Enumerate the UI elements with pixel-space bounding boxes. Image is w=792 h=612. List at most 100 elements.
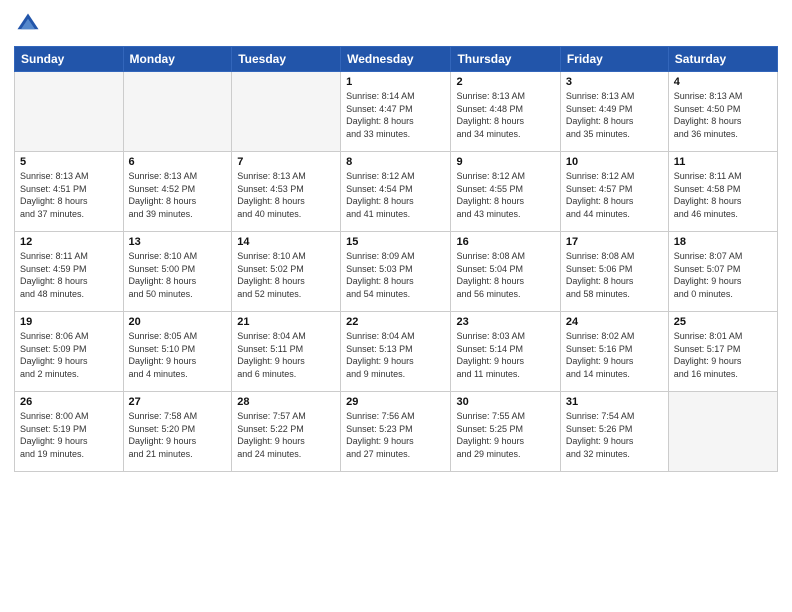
- day-info: Sunrise: 7:56 AMSunset: 5:23 PMDaylight:…: [346, 410, 445, 460]
- calendar-cell: 29 Sunrise: 7:56 AMSunset: 5:23 PMDayligh…: [341, 392, 451, 472]
- calendar-cell: [232, 72, 341, 152]
- calendar-cell: [668, 392, 777, 472]
- day-number: 26: [20, 396, 118, 408]
- calendar-cell: 22 Sunrise: 8:04 AMSunset: 5:13 PMDayligh…: [341, 312, 451, 392]
- calendar-week-row: 5 Sunrise: 8:13 AMSunset: 4:51 PMDaylight…: [15, 152, 778, 232]
- calendar-cell: 17Sunrise: 8:08 AMSunset: 5:06 PMDayligh…: [560, 232, 668, 312]
- day-number: 18: [674, 236, 772, 248]
- calendar-cell: 1 Sunrise: 8:14 AMSunset: 4:47 PMDaylight…: [341, 72, 451, 152]
- day-number: 20: [129, 316, 227, 328]
- day-number: 8: [346, 156, 445, 168]
- page: SundayMondayTuesdayWednesdayThursdayFrid…: [0, 0, 792, 612]
- day-info: Sunrise: 8:13 AMSunset: 4:51 PMDaylight:…: [20, 170, 118, 220]
- weekday-header-friday: Friday: [560, 47, 668, 72]
- day-info: Sunrise: 8:12 AMSunset: 4:57 PMDaylight:…: [566, 170, 663, 220]
- calendar-week-row: 26Sunrise: 8:00 AMSunset: 5:19 PMDayligh…: [15, 392, 778, 472]
- calendar-cell: 9 Sunrise: 8:12 AMSunset: 4:55 PMDaylight…: [451, 152, 560, 232]
- day-number: 9: [456, 156, 554, 168]
- calendar-cell: 24 Sunrise: 8:02 AMSunset: 5:16 PMDayligh…: [560, 312, 668, 392]
- calendar-cell: 23 Sunrise: 8:03 AMSunset: 5:14 PMDayligh…: [451, 312, 560, 392]
- calendar-cell: 25Sunrise: 8:01 AMSunset: 5:17 PMDayligh…: [668, 312, 777, 392]
- day-number: 21: [237, 316, 335, 328]
- weekday-header-monday: Monday: [123, 47, 232, 72]
- day-info: Sunrise: 8:11 AMSunset: 4:59 PMDaylight:…: [20, 250, 118, 300]
- day-number: 10: [566, 156, 663, 168]
- calendar-cell: 2 Sunrise: 8:13 AMSunset: 4:48 PMDaylight…: [451, 72, 560, 152]
- day-number: 29: [346, 396, 445, 408]
- day-number: 27: [129, 396, 227, 408]
- calendar-cell: 13 Sunrise: 8:10 AMSunset: 5:00 PMDayligh…: [123, 232, 232, 312]
- day-number: 2: [456, 76, 554, 88]
- calendar-cell: 31Sunrise: 7:54 AMSunset: 5:26 PMDayligh…: [560, 392, 668, 472]
- weekday-header-tuesday: Tuesday: [232, 47, 341, 72]
- day-info: Sunrise: 7:58 AMSunset: 5:20 PMDaylight:…: [129, 410, 227, 460]
- day-info: Sunrise: 7:55 AMSunset: 5:25 PMDaylight:…: [456, 410, 554, 460]
- calendar-cell: 20 Sunrise: 8:05 AMSunset: 5:10 PMDayligh…: [123, 312, 232, 392]
- day-number: 19: [20, 316, 118, 328]
- calendar-cell: 3Sunrise: 8:13 AMSunset: 4:49 PMDaylight…: [560, 72, 668, 152]
- calendar-cell: [123, 72, 232, 152]
- calendar-cell: 5 Sunrise: 8:13 AMSunset: 4:51 PMDaylight…: [15, 152, 124, 232]
- day-number: 7: [237, 156, 335, 168]
- calendar-cell: 27 Sunrise: 7:58 AMSunset: 5:20 PMDayligh…: [123, 392, 232, 472]
- calendar-cell: 4 Sunrise: 8:13 AMSunset: 4:50 PMDaylight…: [668, 72, 777, 152]
- day-number: 13: [129, 236, 227, 248]
- day-number: 23: [456, 316, 554, 328]
- day-number: 15: [346, 236, 445, 248]
- day-info: Sunrise: 8:10 AMSunset: 5:00 PMDaylight:…: [129, 250, 227, 300]
- day-number: 6: [129, 156, 227, 168]
- day-number: 14: [237, 236, 335, 248]
- calendar-cell: 28Sunrise: 7:57 AMSunset: 5:22 PMDayligh…: [232, 392, 341, 472]
- day-info: Sunrise: 8:13 AMSunset: 4:53 PMDaylight:…: [237, 170, 335, 220]
- calendar-cell: 18 Sunrise: 8:07 AMSunset: 5:07 PMDayligh…: [668, 232, 777, 312]
- day-info: Sunrise: 8:10 AMSunset: 5:02 PMDaylight:…: [237, 250, 335, 300]
- day-info: Sunrise: 8:09 AMSunset: 5:03 PMDaylight:…: [346, 250, 445, 300]
- weekday-header-wednesday: Wednesday: [341, 47, 451, 72]
- day-number: 28: [237, 396, 335, 408]
- day-number: 4: [674, 76, 772, 88]
- calendar-table: SundayMondayTuesdayWednesdayThursdayFrid…: [14, 46, 778, 472]
- day-info: Sunrise: 8:13 AMSunset: 4:48 PMDaylight:…: [456, 90, 554, 140]
- day-info: Sunrise: 8:04 AMSunset: 5:13 PMDaylight:…: [346, 330, 445, 380]
- calendar-cell: 7 Sunrise: 8:13 AMSunset: 4:53 PMDaylight…: [232, 152, 341, 232]
- day-info: Sunrise: 8:03 AMSunset: 5:14 PMDaylight:…: [456, 330, 554, 380]
- calendar-cell: 14 Sunrise: 8:10 AMSunset: 5:02 PMDayligh…: [232, 232, 341, 312]
- weekday-header-row: SundayMondayTuesdayWednesdayThursdayFrid…: [15, 47, 778, 72]
- day-info: Sunrise: 8:13 AMSunset: 4:49 PMDaylight:…: [566, 90, 663, 140]
- day-info: Sunrise: 8:12 AMSunset: 4:54 PMDaylight:…: [346, 170, 445, 220]
- day-info: Sunrise: 8:12 AMSunset: 4:55 PMDaylight:…: [456, 170, 554, 220]
- calendar-week-row: 19 Sunrise: 8:06 AMSunset: 5:09 PMDayligh…: [15, 312, 778, 392]
- logo-icon: [14, 10, 42, 38]
- calendar-week-row: 12 Sunrise: 8:11 AMSunset: 4:59 PMDayligh…: [15, 232, 778, 312]
- logo: [14, 10, 46, 38]
- day-number: 22: [346, 316, 445, 328]
- day-info: Sunrise: 8:14 AMSunset: 4:47 PMDaylight:…: [346, 90, 445, 140]
- calendar-cell: 26Sunrise: 8:00 AMSunset: 5:19 PMDayligh…: [15, 392, 124, 472]
- day-info: Sunrise: 8:05 AMSunset: 5:10 PMDaylight:…: [129, 330, 227, 380]
- calendar-cell: 12 Sunrise: 8:11 AMSunset: 4:59 PMDayligh…: [15, 232, 124, 312]
- day-info: Sunrise: 8:13 AMSunset: 4:50 PMDaylight:…: [674, 90, 772, 140]
- calendar-cell: 19 Sunrise: 8:06 AMSunset: 5:09 PMDayligh…: [15, 312, 124, 392]
- day-number: 30: [456, 396, 554, 408]
- day-info: Sunrise: 8:02 AMSunset: 5:16 PMDaylight:…: [566, 330, 663, 380]
- calendar-cell: 8 Sunrise: 8:12 AMSunset: 4:54 PMDaylight…: [341, 152, 451, 232]
- calendar-cell: 10 Sunrise: 8:12 AMSunset: 4:57 PMDayligh…: [560, 152, 668, 232]
- calendar-cell: 30 Sunrise: 7:55 AMSunset: 5:25 PMDayligh…: [451, 392, 560, 472]
- day-info: Sunrise: 8:07 AMSunset: 5:07 PMDaylight:…: [674, 250, 772, 300]
- day-info: Sunrise: 8:13 AMSunset: 4:52 PMDaylight:…: [129, 170, 227, 220]
- day-number: 16: [456, 236, 554, 248]
- day-info: Sunrise: 8:08 AMSunset: 5:06 PMDaylight:…: [566, 250, 663, 300]
- day-number: 12: [20, 236, 118, 248]
- day-number: 1: [346, 76, 445, 88]
- calendar-cell: 21 Sunrise: 8:04 AMSunset: 5:11 PMDayligh…: [232, 312, 341, 392]
- day-info: Sunrise: 8:08 AMSunset: 5:04 PMDaylight:…: [456, 250, 554, 300]
- day-info: Sunrise: 8:06 AMSunset: 5:09 PMDaylight:…: [20, 330, 118, 380]
- day-number: 5: [20, 156, 118, 168]
- day-number: 25: [674, 316, 772, 328]
- day-info: Sunrise: 8:04 AMSunset: 5:11 PMDaylight:…: [237, 330, 335, 380]
- weekday-header-sunday: Sunday: [15, 47, 124, 72]
- calendar-week-row: 1 Sunrise: 8:14 AMSunset: 4:47 PMDaylight…: [15, 72, 778, 152]
- day-info: Sunrise: 7:54 AMSunset: 5:26 PMDaylight:…: [566, 410, 663, 460]
- calendar-cell: 11Sunrise: 8:11 AMSunset: 4:58 PMDayligh…: [668, 152, 777, 232]
- day-number: 24: [566, 316, 663, 328]
